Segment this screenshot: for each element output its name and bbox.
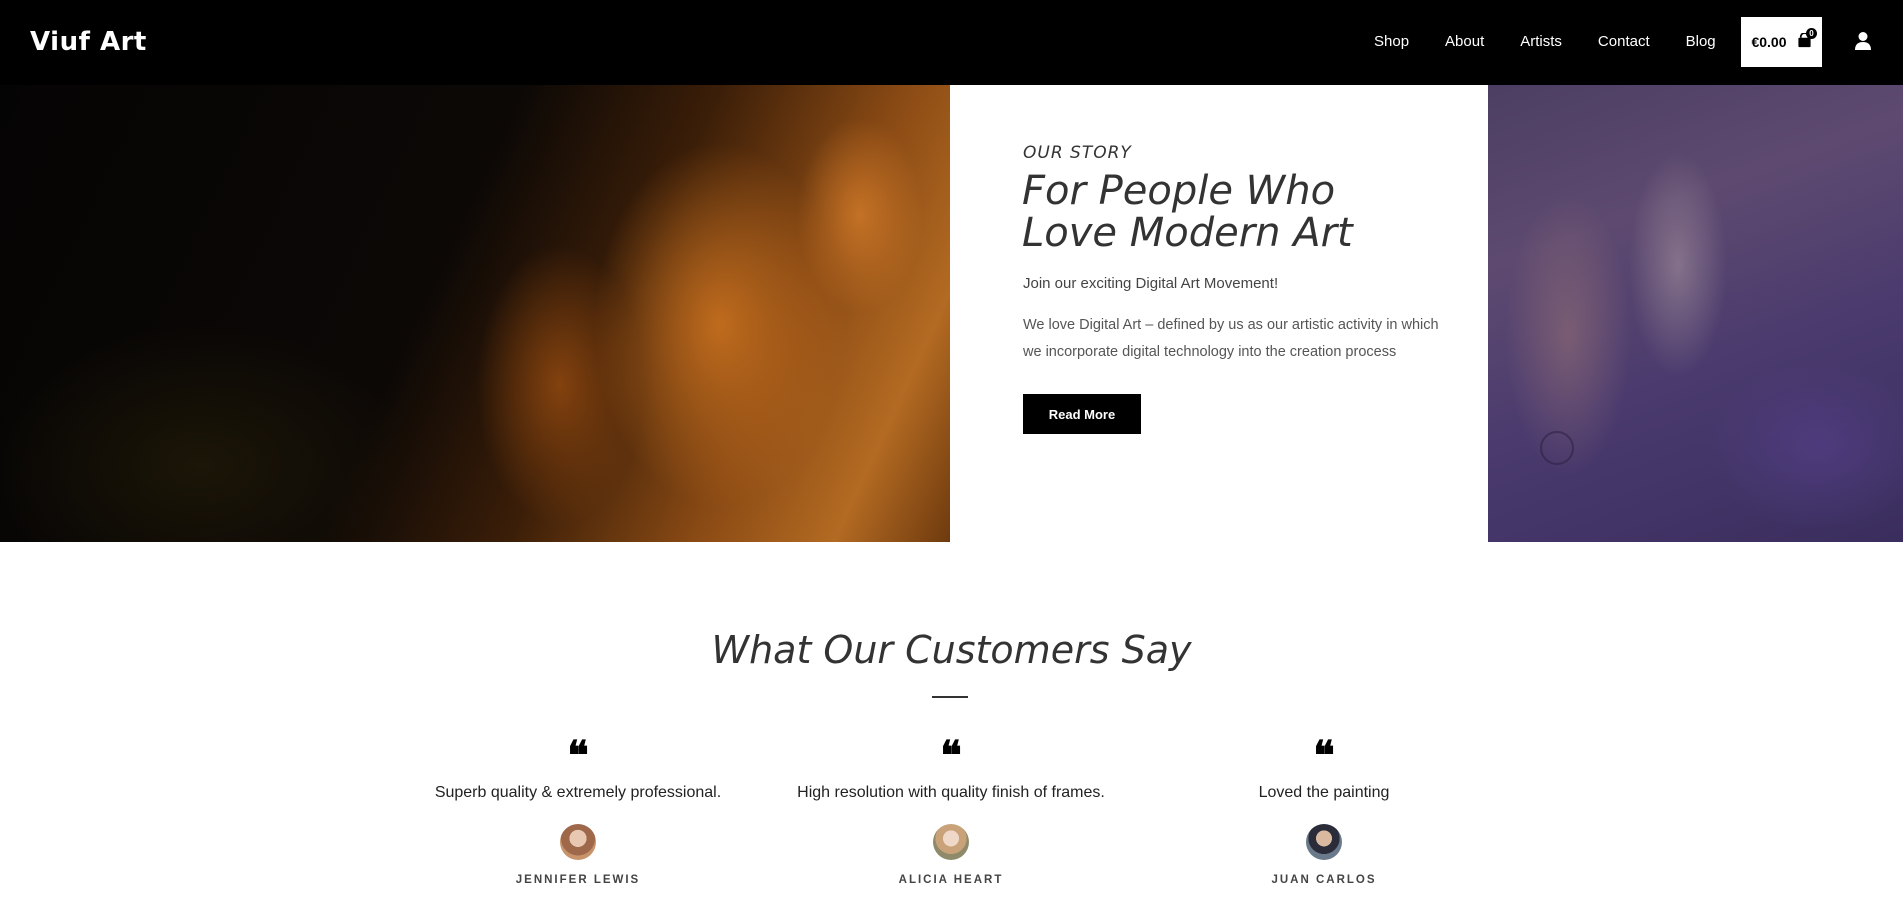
quote-icon: ❝ [1313,732,1335,779]
story-body: We love Digital Art – defined by us as o… [1023,317,1439,360]
read-more-button[interactable]: Read More [1023,394,1141,434]
story-eyebrow: OUR STORY [1023,143,1132,163]
nav-contact[interactable]: Contact [1598,33,1650,50]
quote-icon: ❝ [940,732,962,779]
avatar [1306,824,1342,860]
testimonial-quote: High resolution with quality finish of f… [797,784,1105,801]
testimonial-author: JENNIFER LEWIS [515,874,641,886]
cart-total: €0.00 [1751,34,1787,50]
nav-about[interactable]: About [1445,33,1484,50]
hero-artwork-right [1488,85,1903,542]
story-lead: Join our exciting Digital Art Movement! [1023,275,1279,292]
hero-section: OUR STORY For People Who Love Modern Art… [0,85,1903,542]
cart-count-badge: 0 [1806,28,1817,39]
testimonial-card: ❝ Loved the painting JUAN CARLOS [1134,732,1514,887]
testimonial-quote: Superb quality & extremely professional. [434,784,722,801]
nav-blog[interactable]: Blog [1686,33,1716,50]
story-panel: OUR STORY For People Who Love Modern Art… [950,85,1488,542]
title-divider [932,696,968,698]
testimonial-card: ❝ Superb quality & extremely professiona… [388,732,768,887]
user-icon[interactable] [1854,31,1872,56]
testimonial-card: ❝ High resolution with quality finish of… [761,732,1141,887]
testimonial-author: ALICIA HEART [898,874,1004,886]
testimonial-quote: Loved the painting [1258,784,1390,801]
testimonial-author: JUAN CARLOS [1271,874,1377,886]
quote-icon: ❝ [567,732,589,779]
cart-button[interactable]: €0.00 0 [1741,17,1822,67]
story-title: For People Who Love Modern Art [1022,168,1353,256]
nav-artists[interactable]: Artists [1520,33,1562,50]
site-logo[interactable]: Viuf Art [30,27,147,57]
avatar [933,824,969,860]
site-header: Viuf Art Shop About Artists Contact Blog… [0,0,1903,85]
nav-shop[interactable]: Shop [1374,33,1409,50]
artwork-ring-detail [1540,431,1574,465]
hero-artwork-left [0,85,950,542]
testimonials-title: What Our Customers Say [711,628,1192,672]
main-nav: Shop About Artists Contact Blog [1374,33,1752,50]
avatar [560,824,596,860]
